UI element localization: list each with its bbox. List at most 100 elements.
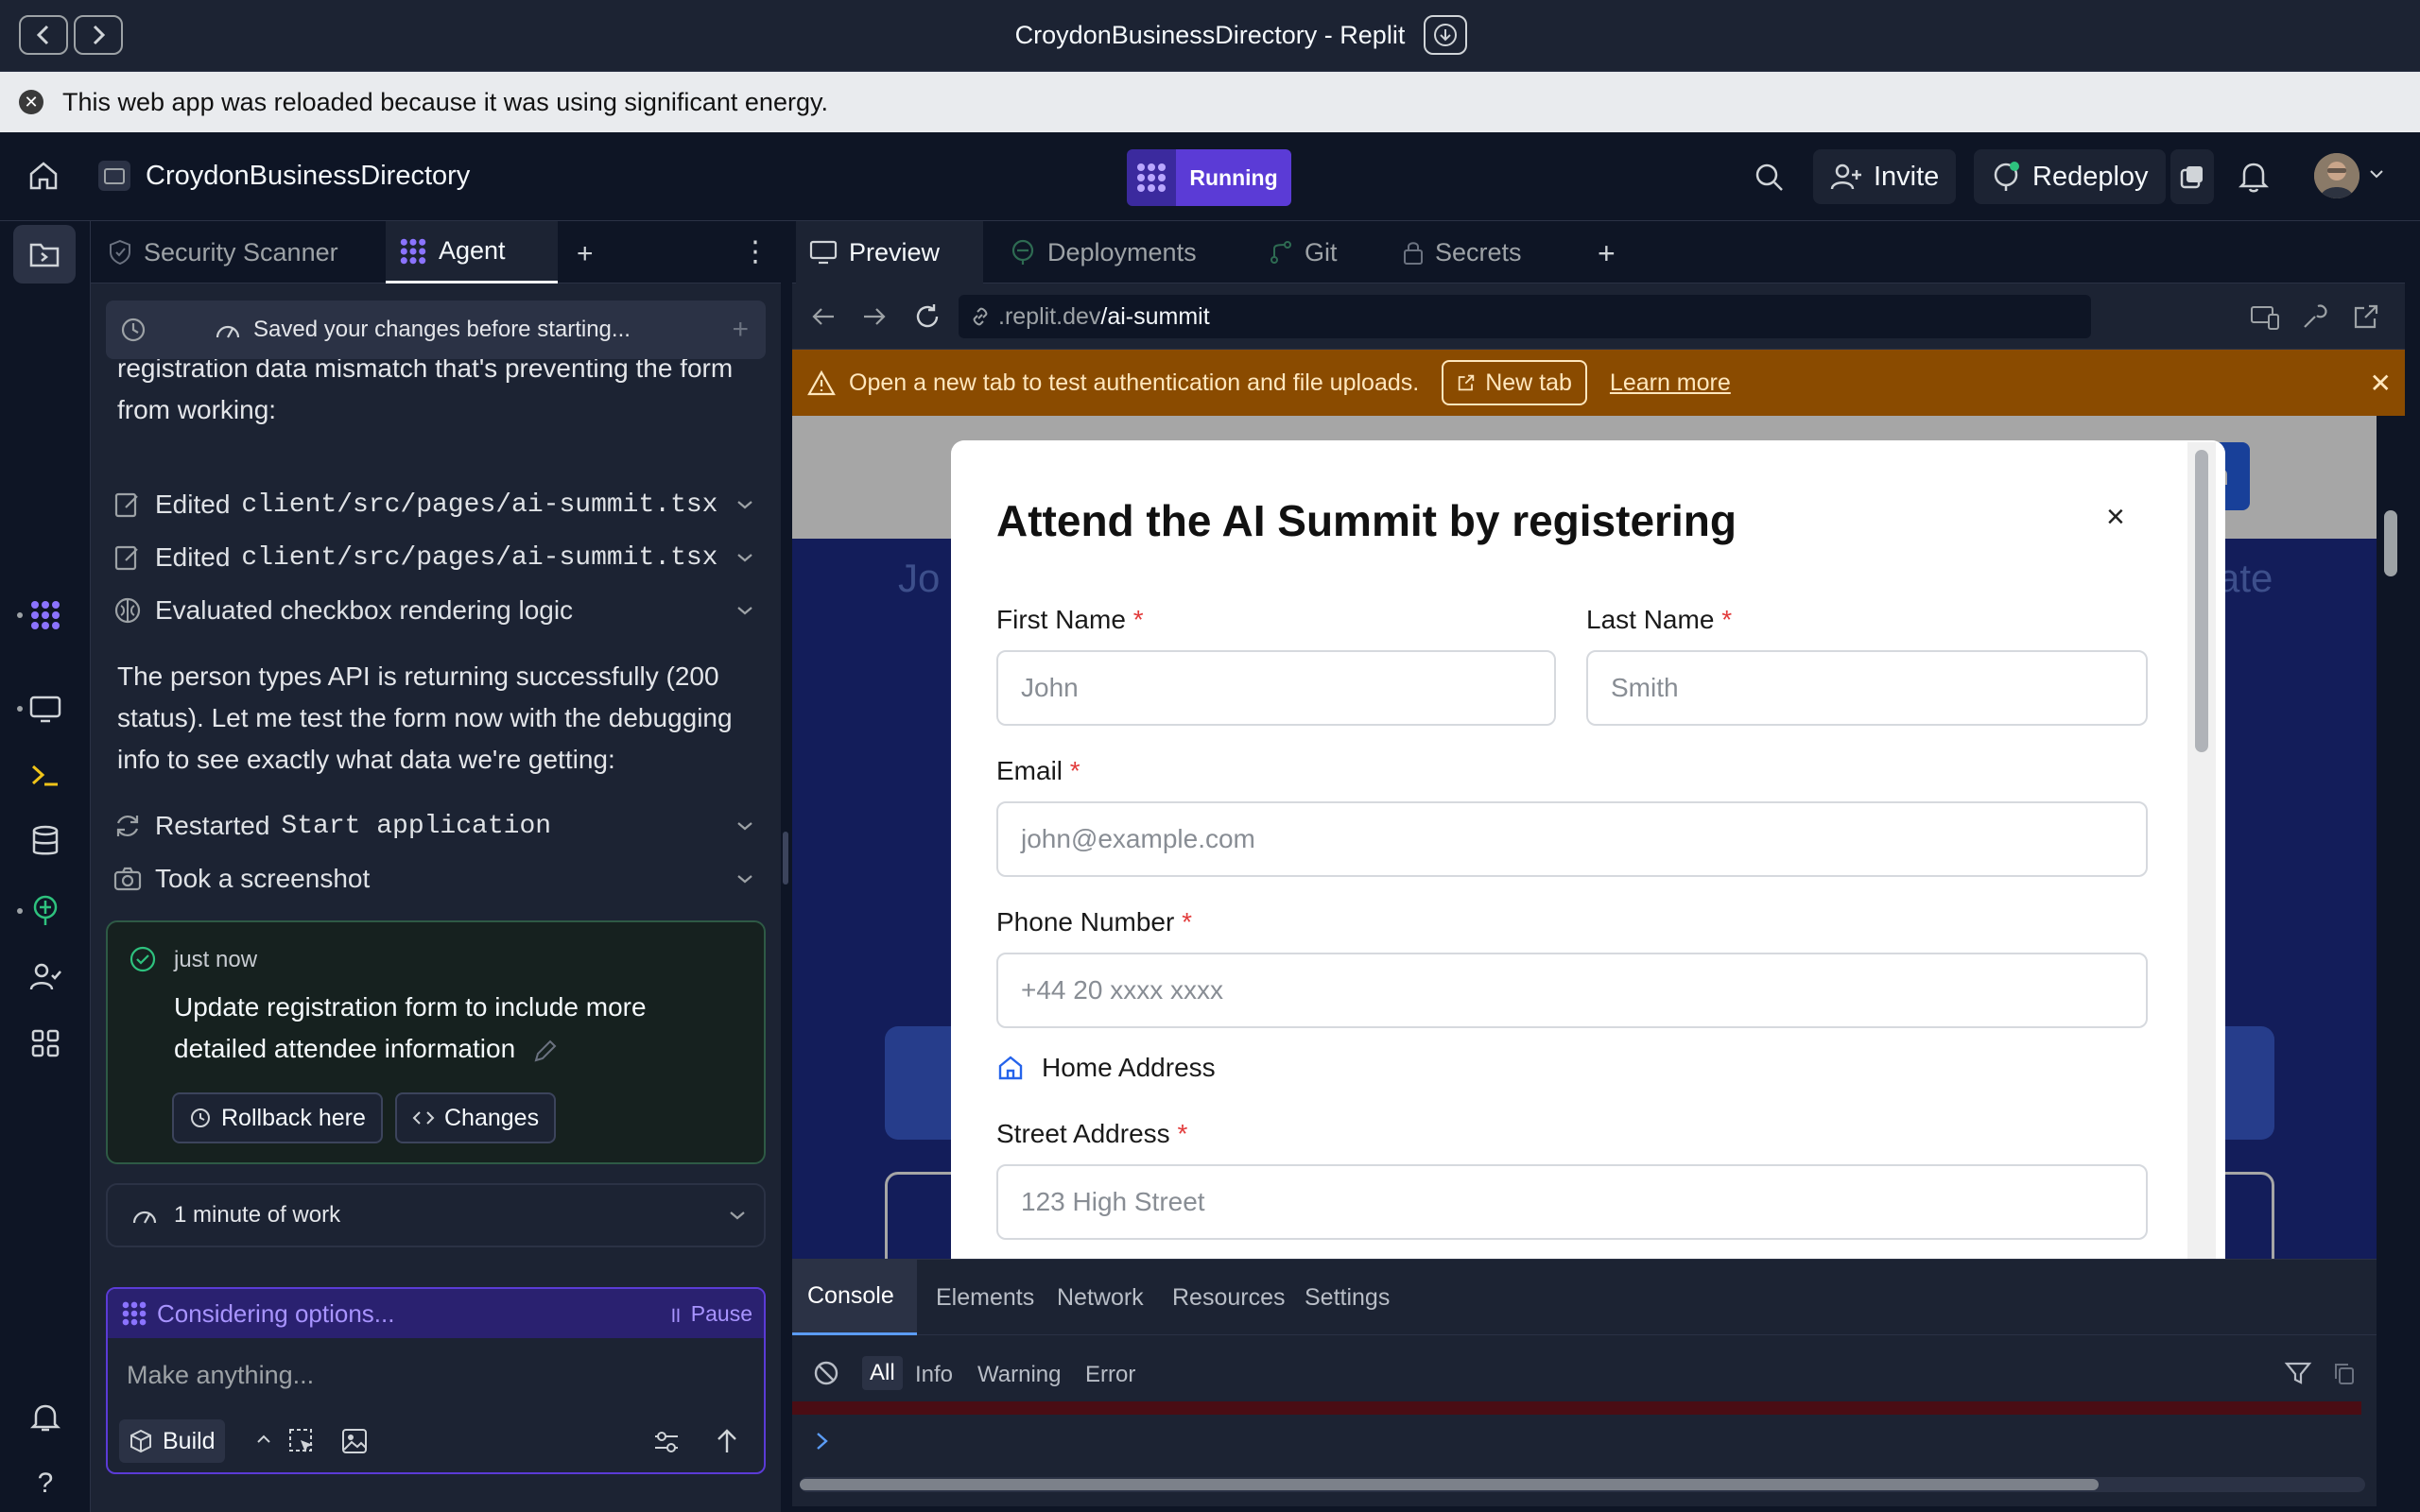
email-field[interactable]: john@example.com [996,801,2148,877]
step-screenshot[interactable]: Took a screenshot [113,856,766,902]
run-status-button[interactable]: Running [1127,149,1291,206]
window-title: CroydonBusinessDirectory - Replit [1014,21,1406,49]
url-field[interactable]: .replit.dev/ai-summit [959,295,2091,338]
resize-handle[interactable] [783,832,788,885]
chevron-down-icon [737,822,752,831]
help-icon[interactable]: ? [26,1465,64,1503]
kebab-menu-icon[interactable]: ⋮ [741,238,769,266]
tab-security-scanner[interactable]: Security Scanner [95,221,384,284]
download-icon[interactable] [1424,15,1467,55]
tab-deployments[interactable]: Deployments [996,221,1242,284]
street-address-input[interactable]: 123 High Street [996,1164,2148,1240]
preview-scrollbar[interactable] [2380,416,2401,1259]
filter-error[interactable]: Error [1085,1362,1135,1388]
forward-arrow-icon[interactable] [862,306,887,327]
new-tab-button[interactable]: New tab [1442,360,1587,405]
tab-label: Agent [439,236,506,265]
add-tab-icon[interactable]: + [577,238,594,270]
alert-bell-icon[interactable] [26,1399,64,1436]
tab-resources[interactable]: Resources [1157,1260,1301,1335]
tab-network[interactable]: Network [1042,1260,1159,1335]
avatar[interactable] [2314,153,2360,198]
agent-icon[interactable] [26,596,64,634]
select-element-icon[interactable] [287,1427,316,1455]
pause-button[interactable]: ॥ Pause [668,1298,752,1329]
tab-agent[interactable]: Agent [386,221,558,284]
clear-console-icon[interactable] [813,1360,839,1386]
speed-icon [132,1211,157,1224]
tab-settings[interactable]: Settings [1289,1260,1405,1335]
chevron-down-icon[interactable] [2369,168,2384,180]
database-icon[interactable] [26,822,64,860]
step-restarted[interactable]: Restarted Start application [113,803,766,849]
composer: Considering options... ॥ Pause Make anyth… [106,1287,766,1474]
rollback-button[interactable]: Rollback here [172,1092,383,1143]
filter-info[interactable]: Info [915,1362,953,1388]
wrench-icon[interactable] [2301,302,2329,331]
close-icon[interactable]: × [2106,499,2125,536]
external-link-icon[interactable] [2352,302,2380,331]
files-icon[interactable] [13,225,76,284]
last-name-input[interactable]: Smith [1586,650,2148,726]
chevron-up-icon[interactable] [255,1433,272,1446]
user-check-icon[interactable] [26,958,64,996]
add-tab-icon[interactable]: + [1598,236,1616,271]
filter-warning[interactable]: Warning [977,1362,1061,1388]
step-edited-file[interactable]: Edited client/src/pages/ai-summit.tsx [113,535,766,580]
copy-icon[interactable] [2333,1362,2356,1386]
tab-elements[interactable]: Elements [921,1260,1049,1335]
horizontal-scrollbar[interactable] [800,1477,2365,1492]
close-icon[interactable]: ✕ [19,90,43,114]
search-icon[interactable] [1754,163,1785,193]
tab-console[interactable]: Console [792,1260,917,1335]
replit-agent-icon [1127,149,1176,206]
tab-git[interactable]: Git [1255,221,1388,284]
modal-scrollbar[interactable] [2187,442,2216,1285]
image-icon[interactable] [340,1427,369,1455]
shell-icon[interactable] [26,756,64,794]
redeploy-button[interactable]: Redeploy [1974,149,2166,204]
home-icon[interactable] [26,159,60,193]
app-preview: in Jo ate Attend the AI Summit by regist… [792,416,2377,1285]
filter-icon[interactable] [2284,1360,2312,1386]
project-name[interactable]: CroydonBusinessDirectory [146,161,470,192]
work-summary[interactable]: 1 minute of work [106,1183,766,1247]
refresh-icon [116,815,139,837]
learn-more-link[interactable]: Learn more [1610,369,1731,397]
step-evaluated[interactable]: Evaluated checkbox rendering logic [113,588,766,633]
tab-secrets[interactable]: Secrets [1390,221,1575,284]
preview-icon[interactable] [26,690,64,728]
history-icon [121,318,146,342]
history-icon [191,1108,210,1127]
multiplayer-icon[interactable] [2170,149,2214,204]
sliders-icon[interactable] [652,1429,681,1455]
changes-button[interactable]: Changes [395,1092,557,1143]
close-icon[interactable]: ✕ [2370,368,2392,399]
bell-icon[interactable] [2238,161,2269,193]
apps-grid-icon[interactable] [26,1024,64,1062]
lock-icon [1404,242,1423,265]
step-edited-file[interactable]: Edited client/src/pages/ai-summit.tsx [113,482,766,527]
back-arrow-icon[interactable] [811,306,836,327]
tab-preview[interactable]: Preview [796,221,983,284]
window-edge [2405,221,2420,1512]
send-arrow-icon[interactable] [715,1427,739,1455]
tab-label: Security Scanner [144,237,338,266]
reload-icon[interactable] [913,302,942,331]
agent-status-bar: Considering options... ॥ Pause [108,1289,764,1338]
build-mode-button[interactable]: Build [119,1419,225,1463]
composer-input[interactable]: Make anything... [127,1361,314,1390]
left-rail: ? [0,221,91,1512]
saved-changes-bar[interactable]: Saved your changes before starting... + [106,301,766,359]
invite-button[interactable]: Invite [1813,149,1957,204]
devices-icon[interactable] [2250,304,2280,331]
deployments-icon[interactable] [26,892,64,930]
devtools-tabs: Console Elements Network Resources Setti… [792,1260,2377,1335]
first-name-input[interactable]: John [996,650,1556,726]
redeploy-label: Redeploy [2032,161,2149,192]
agent-message: The person types API is returning succes… [117,662,733,774]
add-icon[interactable]: + [732,314,749,346]
edit-file-icon [114,492,138,518]
phone-field[interactable]: +44 20 xxxx xxxx [996,953,2148,1028]
filter-all[interactable]: All [862,1356,903,1390]
